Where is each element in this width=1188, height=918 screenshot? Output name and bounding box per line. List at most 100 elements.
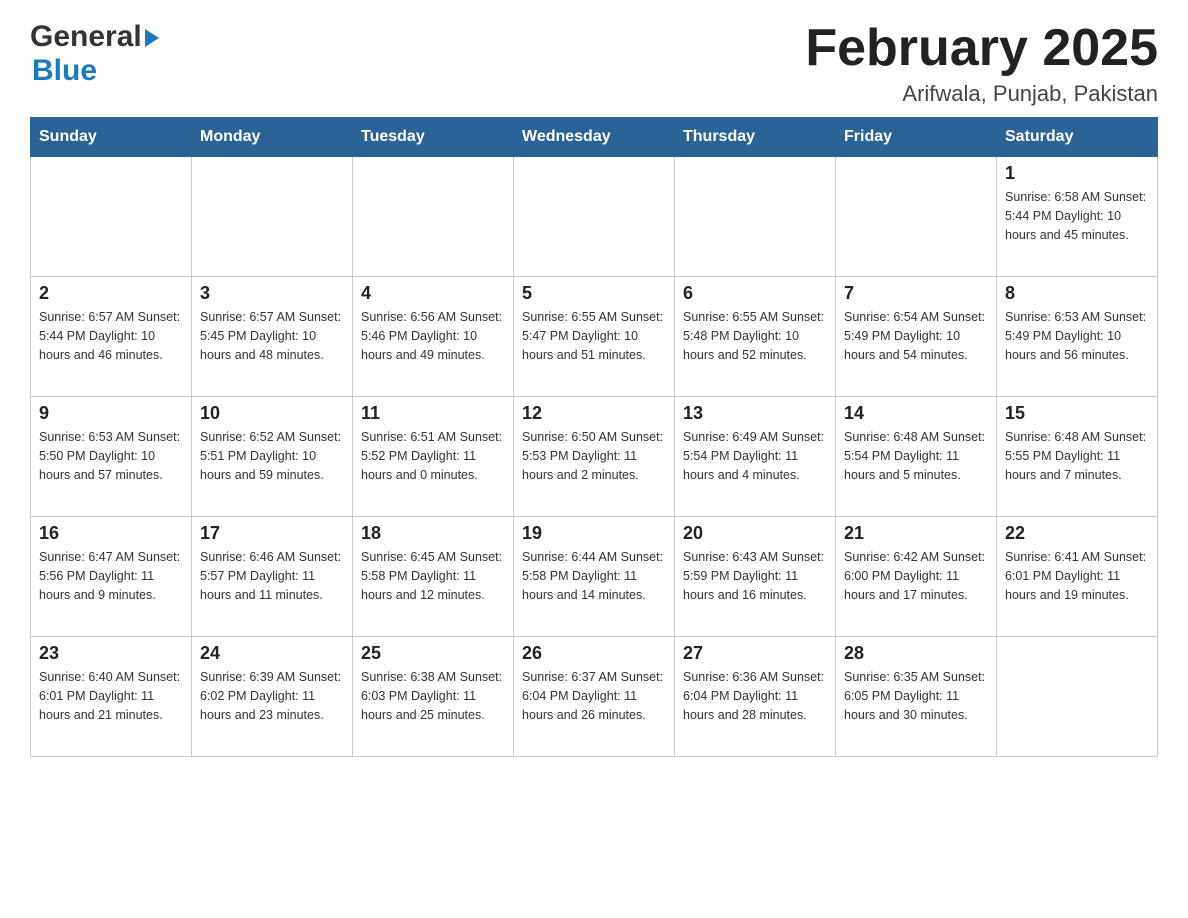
day-cell: 6Sunrise: 6:55 AM Sunset: 5:48 PM Daylig… — [675, 277, 836, 397]
day-info: Sunrise: 6:43 AM Sunset: 5:59 PM Dayligh… — [683, 548, 827, 604]
week-row-2: 2 Sunrise: 6:57 AM Sunset: 5:44 PM Daylig… — [31, 277, 1158, 397]
day-number: 5 — [522, 283, 666, 304]
day-number: 16 — [39, 523, 183, 544]
day-number: 12 — [522, 403, 666, 424]
day-info: Sunrise: 6:37 AM Sunset: 6:04 PM Dayligh… — [522, 668, 666, 724]
day-number: 20 — [683, 523, 827, 544]
day-info: Sunrise: 6:38 AM Sunset: 6:03 PM Dayligh… — [361, 668, 505, 724]
calendar-subtitle: Arifwala, Punjab, Pakistan — [805, 81, 1158, 107]
day-info: Sunrise: 6:53 AM Sunset: 5:49 PM Dayligh… — [1005, 308, 1149, 364]
page-header: General Blue February 2025 Arifwala, Pun… — [30, 20, 1158, 107]
day-number: 28 — [844, 643, 988, 664]
day-cell: 9Sunrise: 6:53 AM Sunset: 5:50 PM Daylig… — [31, 397, 192, 517]
day-cell: 19 Sunrise: 6:44 AM Sunset: 5:58 PM Dayli… — [514, 517, 675, 637]
day-info: Sunrise: 6:44 AM Sunset: 5:58 PM Dayligh… — [522, 548, 666, 604]
day-info: Sunrise: 6:48 AM Sunset: 5:55 PM Dayligh… — [1005, 428, 1149, 484]
week-row-4: 16 Sunrise: 6:47 AM Sunset: 5:56 PM Dayli… — [31, 517, 1158, 637]
day-cell — [31, 157, 192, 277]
day-cell: 27 Sunrise: 6:36 AM Sunset: 6:04 PM Dayli… — [675, 637, 836, 757]
week-row-5: 23 Sunrise: 6:40 AM Sunset: 6:01 PM Dayli… — [31, 637, 1158, 757]
week-row-3: 9Sunrise: 6:53 AM Sunset: 5:50 PM Daylig… — [31, 397, 1158, 517]
day-cell: 11 Sunrise: 6:51 AM Sunset: 5:52 PM Dayli… — [353, 397, 514, 517]
day-number: 15 — [1005, 403, 1149, 424]
day-cell — [997, 637, 1158, 757]
day-cell: 25Sunrise: 6:38 AM Sunset: 6:03 PM Dayli… — [353, 637, 514, 757]
day-number: 19 — [522, 523, 666, 544]
header-row: SundayMondayTuesdayWednesdayThursdayFrid… — [31, 118, 1158, 157]
day-info: Sunrise: 6:45 AM Sunset: 5:58 PM Dayligh… — [361, 548, 505, 604]
day-info: Sunrise: 6:56 AM Sunset: 5:46 PM Dayligh… — [361, 308, 505, 364]
day-cell: 23 Sunrise: 6:40 AM Sunset: 6:01 PM Dayli… — [31, 637, 192, 757]
weekday-header-saturday: Saturday — [997, 118, 1158, 157]
day-info: Sunrise: 6:57 AM Sunset: 5:44 PM Dayligh… — [39, 308, 183, 364]
day-cell — [836, 157, 997, 277]
day-cell: 16 Sunrise: 6:47 AM Sunset: 5:56 PM Dayli… — [31, 517, 192, 637]
day-info: Sunrise: 6:48 AM Sunset: 5:54 PM Dayligh… — [844, 428, 988, 484]
weekday-header-friday: Friday — [836, 118, 997, 157]
title-block: February 2025 Arifwala, Punjab, Pakistan — [805, 20, 1158, 107]
day-cell: 4 Sunrise: 6:56 AM Sunset: 5:46 PM Daylig… — [353, 277, 514, 397]
week-row-1: 1Sunrise: 6:58 AM Sunset: 5:44 PM Daylig… — [31, 157, 1158, 277]
calendar-title: February 2025 — [805, 20, 1158, 77]
day-cell: 7 Sunrise: 6:54 AM Sunset: 5:49 PM Daylig… — [836, 277, 997, 397]
day-cell — [675, 157, 836, 277]
day-cell — [353, 157, 514, 277]
day-info: Sunrise: 6:46 AM Sunset: 5:57 PM Dayligh… — [200, 548, 344, 604]
day-cell: 24Sunrise: 6:39 AM Sunset: 6:02 PM Dayli… — [192, 637, 353, 757]
day-cell: 10 Sunrise: 6:52 AM Sunset: 5:51 PM Dayli… — [192, 397, 353, 517]
day-cell: 26 Sunrise: 6:37 AM Sunset: 6:04 PM Dayli… — [514, 637, 675, 757]
day-info: Sunrise: 6:35 AM Sunset: 6:05 PM Dayligh… — [844, 668, 988, 724]
day-number: 2 — [39, 283, 183, 304]
day-cell: 28 Sunrise: 6:35 AM Sunset: 6:05 PM Dayli… — [836, 637, 997, 757]
day-number: 27 — [683, 643, 827, 664]
day-number: 22 — [1005, 523, 1149, 544]
day-info: Sunrise: 6:39 AM Sunset: 6:02 PM Dayligh… — [200, 668, 344, 724]
day-number: 7 — [844, 283, 988, 304]
logo-blue-text: Blue — [32, 54, 97, 88]
day-cell — [514, 157, 675, 277]
day-number: 26 — [522, 643, 666, 664]
day-number: 10 — [200, 403, 344, 424]
day-info: Sunrise: 6:51 AM Sunset: 5:52 PM Dayligh… — [361, 428, 505, 484]
day-info: Sunrise: 6:50 AM Sunset: 5:53 PM Dayligh… — [522, 428, 666, 484]
day-info: Sunrise: 6:47 AM Sunset: 5:56 PM Dayligh… — [39, 548, 183, 604]
day-number: 18 — [361, 523, 505, 544]
day-number: 8 — [1005, 283, 1149, 304]
day-info: Sunrise: 6:54 AM Sunset: 5:49 PM Dayligh… — [844, 308, 988, 364]
day-info: Sunrise: 6:55 AM Sunset: 5:47 PM Dayligh… — [522, 308, 666, 364]
day-cell: 13 Sunrise: 6:49 AM Sunset: 5:54 PM Dayli… — [675, 397, 836, 517]
weekday-header-sunday: Sunday — [31, 118, 192, 157]
day-info: Sunrise: 6:41 AM Sunset: 6:01 PM Dayligh… — [1005, 548, 1149, 604]
calendar-table: SundayMondayTuesdayWednesdayThursdayFrid… — [30, 117, 1158, 757]
day-cell: 17Sunrise: 6:46 AM Sunset: 5:57 PM Dayli… — [192, 517, 353, 637]
day-cell — [192, 157, 353, 277]
day-cell: 20 Sunrise: 6:43 AM Sunset: 5:59 PM Dayli… — [675, 517, 836, 637]
day-number: 13 — [683, 403, 827, 424]
weekday-header-thursday: Thursday — [675, 118, 836, 157]
logo-arrow-icon — [145, 29, 159, 47]
day-number: 23 — [39, 643, 183, 664]
day-info: Sunrise: 6:57 AM Sunset: 5:45 PM Dayligh… — [200, 308, 344, 364]
day-info: Sunrise: 6:53 AM Sunset: 5:50 PM Dayligh… — [39, 428, 183, 484]
day-cell: 21Sunrise: 6:42 AM Sunset: 6:00 PM Dayli… — [836, 517, 997, 637]
day-cell: 14 Sunrise: 6:48 AM Sunset: 5:54 PM Dayli… — [836, 397, 997, 517]
weekday-header-tuesday: Tuesday — [353, 118, 514, 157]
day-info: Sunrise: 6:40 AM Sunset: 6:01 PM Dayligh… — [39, 668, 183, 724]
day-info: Sunrise: 6:52 AM Sunset: 5:51 PM Dayligh… — [200, 428, 344, 484]
day-number: 3 — [200, 283, 344, 304]
day-info: Sunrise: 6:42 AM Sunset: 6:00 PM Dayligh… — [844, 548, 988, 604]
weekday-header-monday: Monday — [192, 118, 353, 157]
day-info: Sunrise: 6:58 AM Sunset: 5:44 PM Dayligh… — [1005, 188, 1149, 244]
day-cell: 22 Sunrise: 6:41 AM Sunset: 6:01 PM Dayli… — [997, 517, 1158, 637]
day-cell: 8 Sunrise: 6:53 AM Sunset: 5:49 PM Daylig… — [997, 277, 1158, 397]
day-cell: 3 Sunrise: 6:57 AM Sunset: 5:45 PM Daylig… — [192, 277, 353, 397]
day-number: 11 — [361, 403, 505, 424]
weekday-header-wednesday: Wednesday — [514, 118, 675, 157]
day-number: 6 — [683, 283, 827, 304]
day-number: 14 — [844, 403, 988, 424]
day-info: Sunrise: 6:36 AM Sunset: 6:04 PM Dayligh… — [683, 668, 827, 724]
day-number: 4 — [361, 283, 505, 304]
day-info: Sunrise: 6:49 AM Sunset: 5:54 PM Dayligh… — [683, 428, 827, 484]
day-cell: 5 Sunrise: 6:55 AM Sunset: 5:47 PM Daylig… — [514, 277, 675, 397]
day-cell: 18 Sunrise: 6:45 AM Sunset: 5:58 PM Dayli… — [353, 517, 514, 637]
